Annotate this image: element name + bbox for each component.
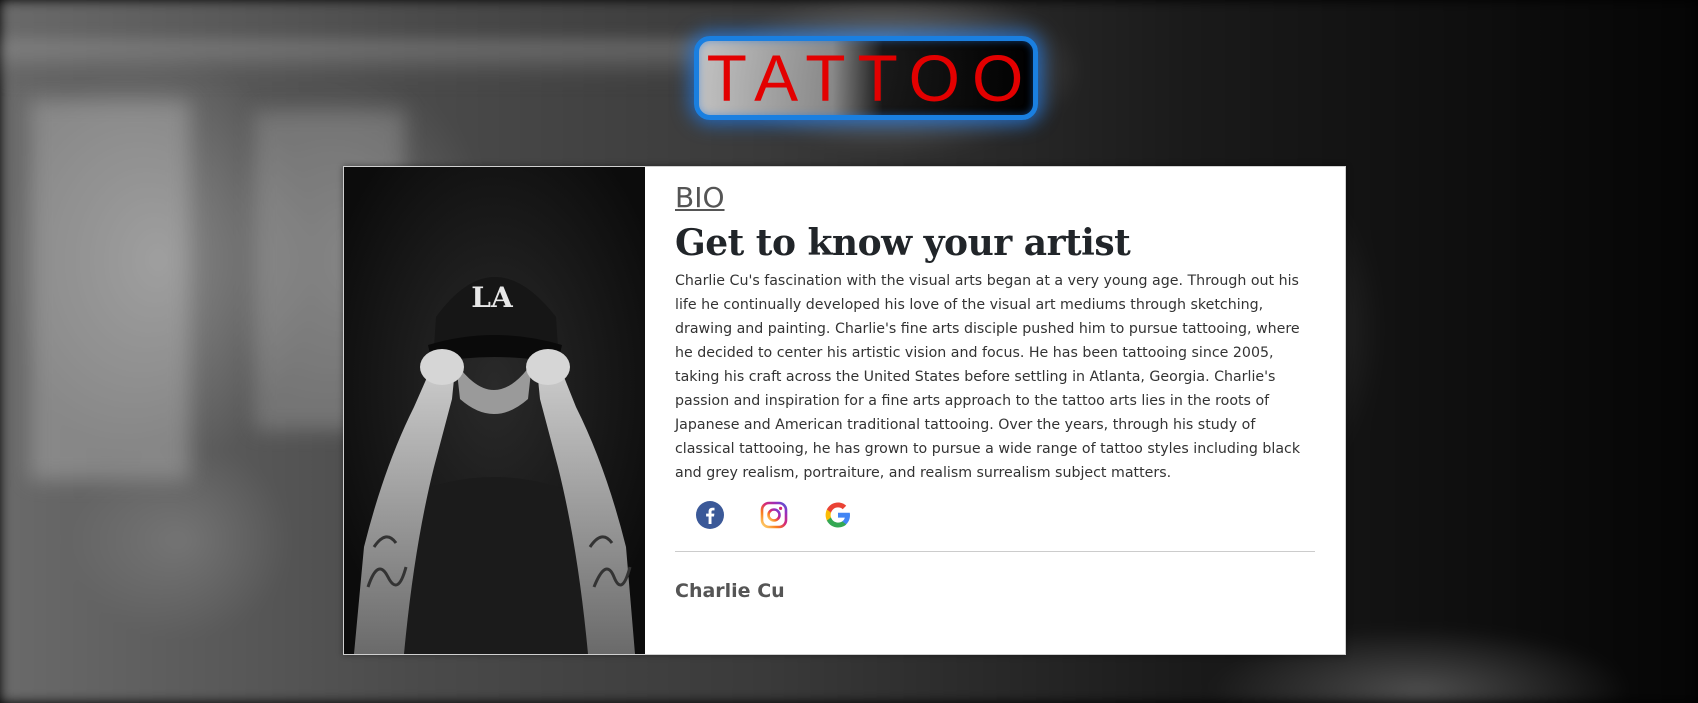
artist-name: Charlie Cu: [675, 580, 785, 602]
divider: [675, 551, 1315, 552]
tattoo-logo[interactable]: TATTOO: [694, 36, 1038, 120]
page-title: Get to know your artist: [675, 222, 1131, 264]
artist-photo: LA: [344, 167, 645, 654]
cap-logo-text: LA: [471, 281, 514, 314]
bio-paragraph: Charlie Cu's fascination with the visual…: [675, 273, 1301, 481]
instagram-icon[interactable]: [759, 500, 789, 530]
social-links: [695, 497, 1315, 533]
logo-text: TATTOO: [706, 41, 1036, 115]
google-link[interactable]: [823, 500, 853, 530]
facebook-icon[interactable]: [695, 500, 725, 530]
facebook-link[interactable]: [695, 500, 725, 530]
background-monitor: [30, 100, 190, 480]
instagram-link[interactable]: [759, 500, 789, 530]
artist-portrait-image: LA: [344, 167, 645, 654]
artist-bio-card: LA BIO Get to know your artist Charlie C…: [343, 166, 1346, 655]
google-icon[interactable]: [823, 500, 853, 530]
bio-section-label: BIO: [675, 181, 725, 214]
bio-content: BIO Get to know your artist Charlie Cu's…: [645, 167, 1345, 654]
